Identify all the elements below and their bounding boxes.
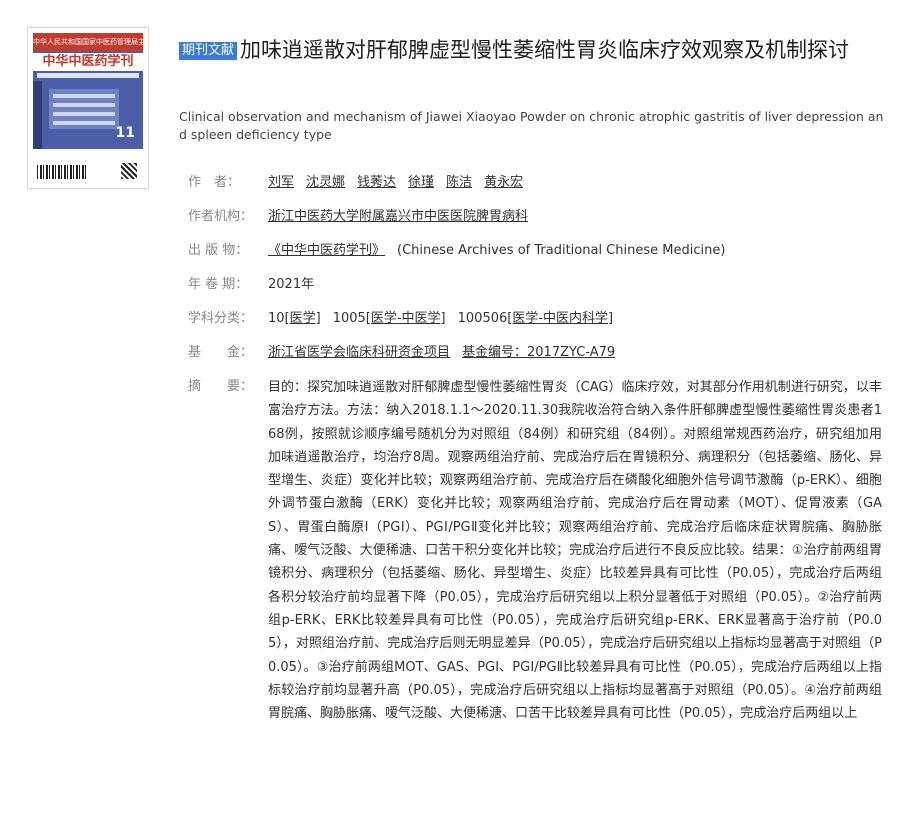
qr-code-icon <box>121 163 137 179</box>
barcode-icon <box>37 165 87 179</box>
institution-label: 作者机构： <box>188 209 254 224</box>
cover-contents-block <box>49 89 119 129</box>
year-label: 年 卷 期： <box>188 277 249 292</box>
subject-code: 10 <box>268 311 285 326</box>
fund-code-link[interactable]: 基金编号：2017ZYC-A79 <box>462 345 615 360</box>
abstract-text: 目的：探究加味逍遥散对肝郁脾虚型慢性萎缩性胃炎（CAG）临床疗效，对其部分作用机… <box>268 380 882 722</box>
subject-list: 10[医学] 1005[医学-中医学] 100506[医学-中医内科学] <box>268 308 625 330</box>
cover-issue-number: 11 <box>115 125 135 141</box>
author-link[interactable]: 陈洁 <box>446 175 472 190</box>
fund-name-link[interactable]: 浙江省医学会临床科研资金项目 <box>268 345 450 360</box>
publication-label: 出 版 物： <box>188 243 249 258</box>
subject-label: 学科分类： <box>188 311 254 326</box>
year-value: 2021年 <box>268 277 315 292</box>
article-type-tag: 期刊文献 <box>179 42 238 60</box>
author-link[interactable]: 黄永宏 <box>484 175 523 190</box>
publication-en: (Chinese Archives of Traditional Chinese… <box>397 243 726 258</box>
subject-code: 100506 <box>457 311 508 326</box>
subject-link[interactable]: [医学-中医内科学] <box>507 311 613 326</box>
subject-code: 1005 <box>332 311 366 326</box>
author-link[interactable]: 徐瑾 <box>408 175 434 190</box>
subject-link[interactable]: [医学] <box>285 311 321 326</box>
cover-image: 中华人民共和国国家中医药管理局主管 中华中医药学刊 11 <box>33 33 143 183</box>
article-title-en: Clinical observation and mechanism of Ji… <box>179 109 884 142</box>
journal-cover[interactable]: 中华人民共和国国家中医药管理局主管 中华中医药学刊 11 <box>27 27 149 189</box>
fund-label: 基 金： <box>188 345 254 360</box>
author-link[interactable]: 钱莠达 <box>357 175 396 190</box>
article-detail: 中华人民共和国国家中医药管理局主管 中华中医药学刊 11 期刊文献 加味逍遥散对肝… <box>0 0 910 819</box>
subject-link[interactable]: [医学-中医学] <box>366 311 446 326</box>
authors-label: 作 者： <box>188 175 241 190</box>
cover-top-text: 中华人民共和国国家中医药管理局主管 <box>33 33 143 51</box>
author-link[interactable]: 沈灵娜 <box>306 175 345 190</box>
authors-list: 刘军 沈灵娜 钱莠达 徐瑾 陈洁 黄永宏 <box>268 172 535 194</box>
institution-link[interactable]: 浙江中医药大学附属嘉兴市中医医院脾胃病科 <box>268 209 528 224</box>
author-link[interactable]: 刘军 <box>268 175 294 190</box>
cover-bottom <box>33 149 143 183</box>
abstract-label: 摘 要： <box>188 379 254 394</box>
publication-link[interactable]: 《中华中医药学刊》 <box>268 243 385 258</box>
article-title-cn: 加味逍遥散对肝郁脾虚型慢性萎缩性胃炎临床疗效观察及机制探讨 <box>240 38 850 62</box>
cover-title: 中华中医药学刊 <box>33 53 143 71</box>
cover-subtitle-bar <box>37 73 139 78</box>
article-title: 期刊文献 加味逍遥散对肝郁脾虚型慢性萎缩性胃炎临床疗效观察及机制探讨 <box>179 34 889 66</box>
